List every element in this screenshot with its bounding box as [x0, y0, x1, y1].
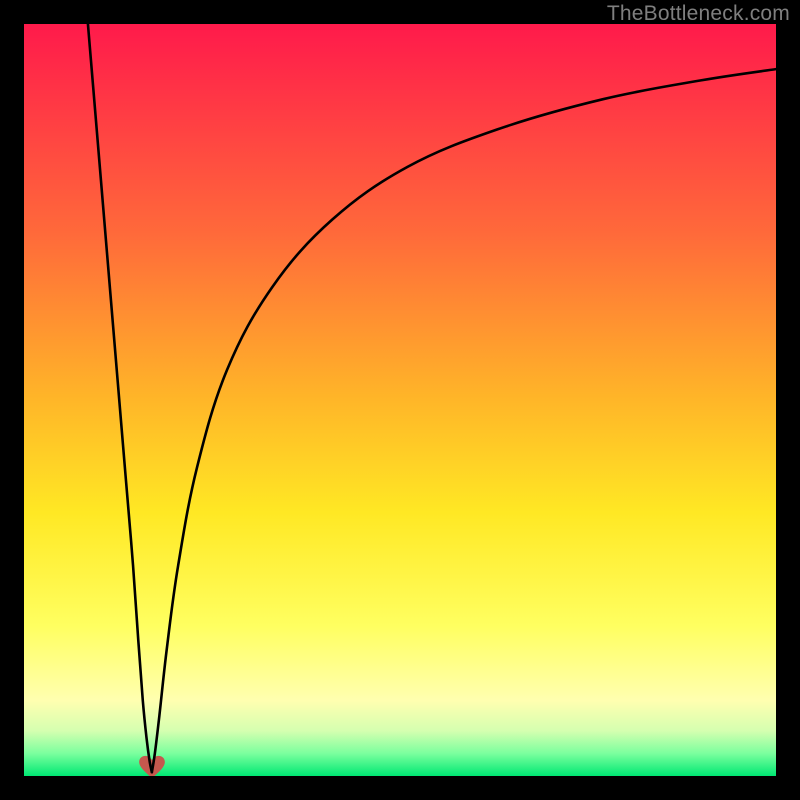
chart-frame: TheBottleneck.com: [0, 0, 800, 800]
curve-right-branch: [152, 69, 776, 772]
bottleneck-curve: [24, 24, 776, 776]
watermark-text: TheBottleneck.com: [607, 2, 790, 26]
curve-left-branch: [88, 24, 152, 772]
plot-area: [24, 24, 776, 776]
